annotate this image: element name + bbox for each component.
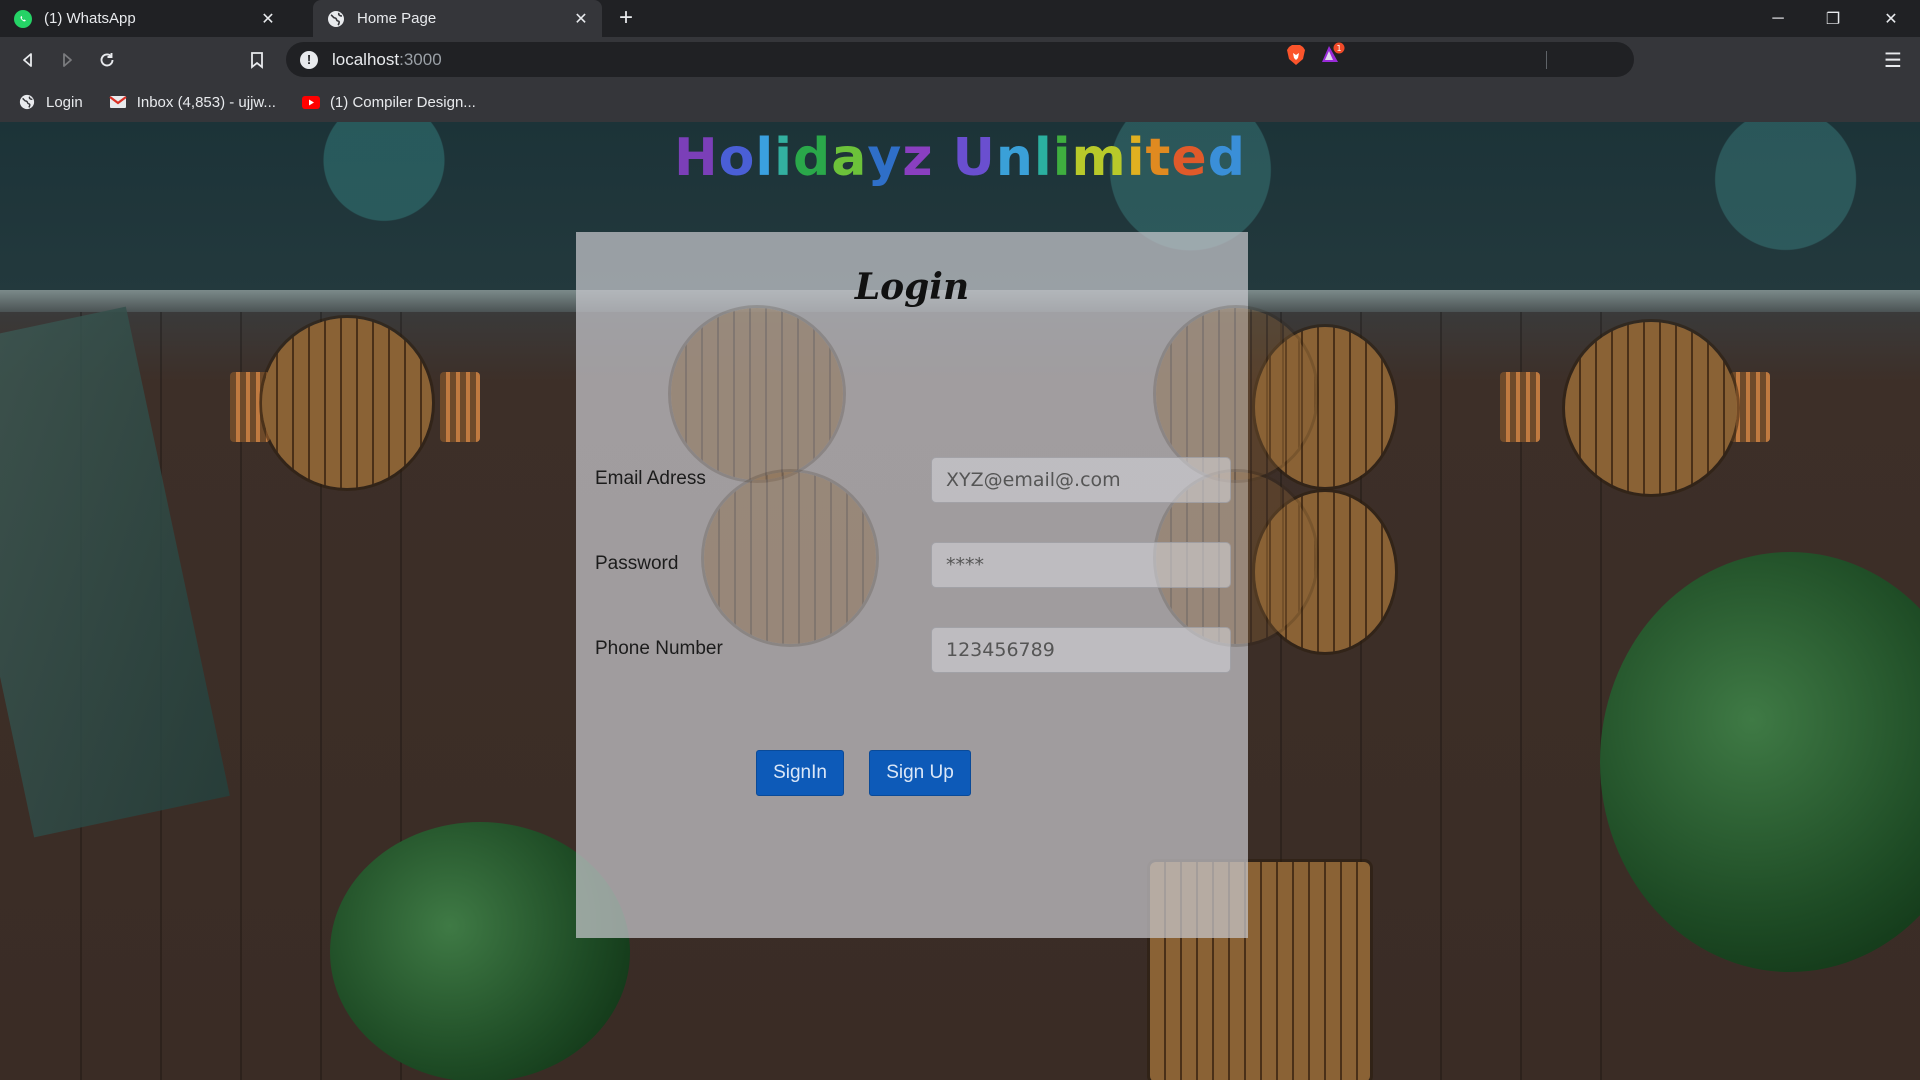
url-port: :3000 — [399, 49, 442, 69]
login-heading: Login — [854, 266, 970, 308]
signup-button[interactable]: Sign Up — [869, 750, 971, 796]
site-title-letter: l — [1033, 128, 1053, 188]
gmail-icon — [109, 94, 127, 110]
site-title-letter: a — [831, 128, 868, 188]
globe-icon — [327, 10, 345, 28]
background-table — [704, 472, 876, 644]
new-tab-plus-icon[interactable]: + — [612, 4, 640, 32]
bookmark-label: Login — [46, 93, 83, 111]
site-title-letter: d — [1207, 128, 1246, 188]
bookmark-compiler-design[interactable]: (1) Compiler Design... — [301, 93, 476, 111]
site-title-letter: m — [1071, 128, 1127, 188]
address-bar[interactable]: ! localhost:3000 — [286, 42, 1634, 77]
site-title-letter — [934, 128, 953, 188]
password-label: Password — [595, 553, 679, 574]
close-tab-icon[interactable]: ✕ — [572, 10, 590, 28]
site-title: Holidayz Unlimited — [0, 128, 1920, 188]
close-window-icon[interactable]: ✕ — [1868, 0, 1914, 37]
bookmark-label: Inbox (4,853) - ujjw... — [136, 93, 276, 111]
url-host: localhost — [332, 49, 400, 69]
background-table — [671, 308, 843, 480]
hamburger-menu-icon[interactable]: ☰ — [1878, 45, 1908, 75]
site-title-letter: U — [952, 128, 996, 188]
reload-icon[interactable] — [92, 45, 122, 75]
tab-strip: (1) WhatsApp ✕ Home Page ✕ + ─ ❐ ✕ — [0, 0, 1920, 37]
tab-whatsapp[interactable]: (1) WhatsApp ✕ — [0, 0, 289, 37]
site-title-letter: t — [1145, 128, 1172, 188]
site-title-letter: y — [867, 128, 903, 188]
background-chair — [440, 372, 480, 442]
bookmarks-bar: Login Inbox (4,853) - ujjw... (1) Compil… — [0, 82, 1920, 122]
site-title-letter: n — [995, 128, 1034, 188]
site-title-letter: z — [902, 128, 934, 188]
login-card: Login Email Adress Password Phone Number… — [576, 232, 1316, 938]
youtube-icon — [301, 94, 320, 110]
site-title-letter: i — [1126, 128, 1146, 188]
background-table — [1156, 308, 1316, 480]
email-label: Email Adress — [595, 468, 706, 489]
whatsapp-icon — [14, 9, 32, 28]
email-field[interactable] — [931, 457, 1231, 503]
bookmark-icon[interactable] — [242, 45, 272, 75]
page-viewport: Holidayz Unlimited Login Email Adress Pa… — [0, 122, 1920, 1080]
password-field[interactable] — [931, 542, 1231, 588]
phone-label: Phone Number — [595, 638, 723, 659]
phone-number-field[interactable] — [931, 627, 1231, 673]
tab-title: Home Page — [357, 10, 437, 27]
site-title-letter: i — [1052, 128, 1072, 188]
site-title-letter: i — [774, 128, 793, 188]
site-title-letter: H — [674, 128, 719, 188]
background-plant — [1600, 552, 1920, 972]
site-info-icon[interactable]: ! — [300, 50, 318, 69]
background-plank — [1440, 312, 1442, 1080]
site-title-letter: o — [718, 128, 756, 188]
browser-toolbar: ! localhost:3000 1 ☰ — [0, 37, 1920, 82]
signin-button[interactable]: SignIn — [756, 750, 844, 796]
brave-rewards-icon[interactable]: 1 — [1320, 42, 1346, 66]
bookmark-login[interactable]: Login — [18, 94, 83, 111]
restore-icon[interactable]: ❐ — [1810, 0, 1856, 37]
close-tab-icon[interactable]: ✕ — [259, 10, 277, 28]
tab-home-page[interactable]: Home Page ✕ — [313, 0, 602, 37]
address-separator — [1546, 51, 1547, 69]
background-table — [262, 318, 432, 488]
background-chair — [1500, 372, 1540, 442]
site-title-letter: e — [1171, 128, 1208, 188]
globe-icon — [18, 94, 36, 110]
rewards-badge: 1 — [1336, 44, 1341, 53]
background-table — [1565, 322, 1737, 494]
bookmark-inbox[interactable]: Inbox (4,853) - ujjw... — [109, 94, 276, 111]
brave-shields-icon[interactable] — [1286, 44, 1306, 66]
forward-icon[interactable] — [52, 45, 82, 75]
site-title-letter: l — [755, 128, 775, 188]
background-umbrella — [0, 306, 230, 838]
back-icon[interactable] — [13, 45, 43, 75]
tab-title: (1) WhatsApp — [44, 10, 136, 27]
site-title-letter: d — [793, 128, 832, 188]
bookmark-label: (1) Compiler Design... — [329, 93, 476, 111]
minimize-icon[interactable]: ─ — [1755, 0, 1801, 37]
